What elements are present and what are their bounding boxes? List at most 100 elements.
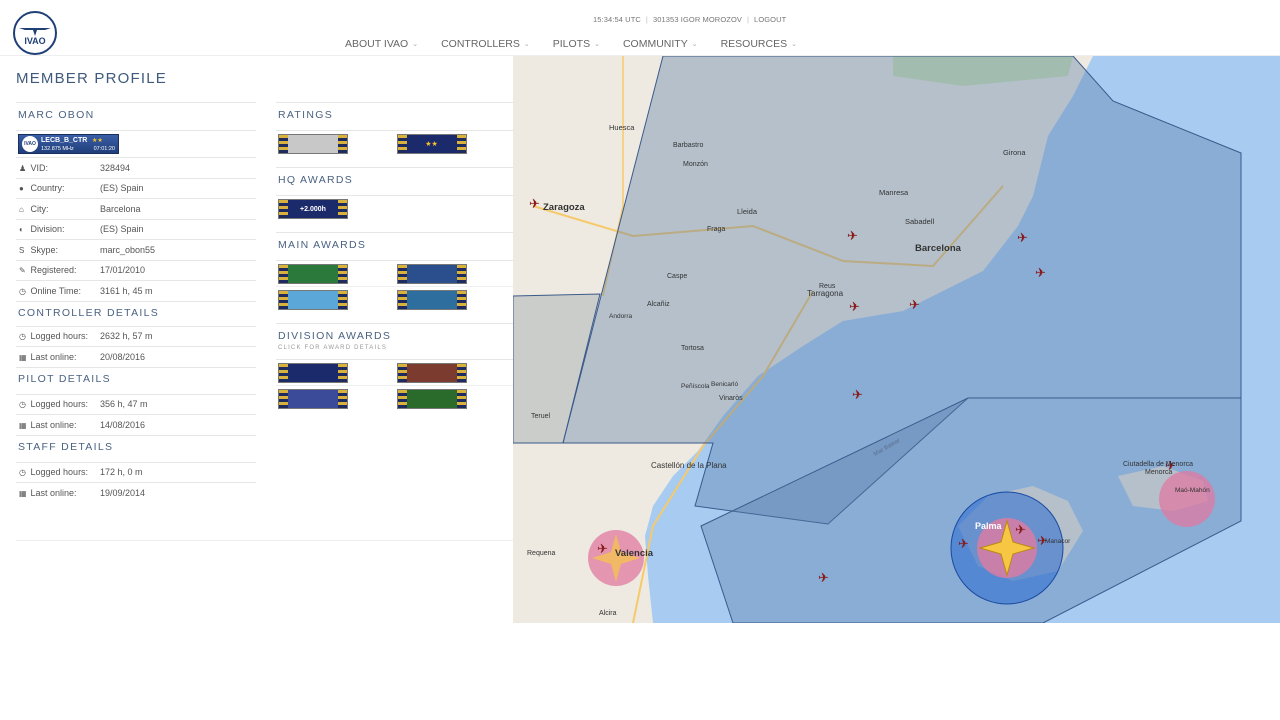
- atc-callsign: LECB_B_CTR: [41, 137, 88, 144]
- staff-details-heading: STAFF DETAILS: [16, 434, 256, 462]
- ribbon-face: [288, 390, 338, 408]
- aircraft-icon[interactable]: ✈: [847, 228, 858, 243]
- user-bar: 15:34:54 UTC | 301353 IGOR MOROZOV | LOGOUT: [593, 15, 787, 24]
- atc-rating-stars: ★★: [92, 138, 103, 144]
- city-label: Tarragona: [807, 289, 844, 298]
- atc-online-time: 07:01:20: [93, 146, 115, 152]
- city-label: Menorca: [1145, 469, 1172, 476]
- ribbon-face: [288, 291, 338, 309]
- ivao-logo[interactable]: IVAO: [11, 11, 59, 55]
- controller-logged-hours: ◷ Logged hours: 2632 h, 57 m: [16, 325, 256, 347]
- chevron-down-icon: ⌄: [594, 41, 600, 48]
- ratings-heading: RATINGS: [276, 102, 513, 130]
- aircraft-icon[interactable]: ✈: [1017, 230, 1028, 245]
- globe-icon: ●: [19, 184, 24, 194]
- logged-user[interactable]: 301353 IGOR MOROZOV: [653, 15, 742, 24]
- ribbon-face: [406, 291, 457, 309]
- pilot-last-online: ▦ Last online: 14/08/2016: [16, 414, 256, 435]
- award-row: [276, 386, 513, 412]
- city-label: Benicarló: [711, 381, 738, 388]
- aircraft-icon[interactable]: ✈: [818, 570, 829, 585]
- city-label: Fraga: [707, 226, 725, 233]
- main-nav: ABOUT IVAO ⌄ CONTROLLERS ⌄ PILOTS ⌄ COMMUNI…: [345, 38, 820, 50]
- aircraft-icon[interactable]: ✈: [852, 387, 863, 402]
- hq-award-ribbon[interactable]: +2.000h: [278, 199, 348, 219]
- city-label: Sabadell: [905, 217, 935, 226]
- aircraft-icon[interactable]: ✈: [1015, 522, 1026, 537]
- aircraft-icon[interactable]: ✈: [849, 299, 860, 314]
- city-label: Teruel: [531, 413, 551, 420]
- pilot-rating-ribbon[interactable]: [278, 134, 348, 154]
- division-award-ribbon[interactable]: [278, 362, 348, 383]
- traffic-map[interactable]: ✈ ✈ ✈ ✈ ✈ ✈ ✈ ✈ ✈ ✈ ✈ ✈ ✈ Zaragoza Barce…: [513, 56, 1280, 623]
- ratings-list: ★★: [276, 130, 513, 157]
- field-division: ◐ Division: (ES) Spain: [16, 218, 256, 240]
- clock-icon: ◷: [19, 332, 26, 342]
- controller-last-online: ▦ Last online: 20/08/2016: [16, 346, 256, 367]
- city-label: Caspe: [667, 273, 687, 280]
- hq-awards-heading: HQ AWARDS: [276, 167, 513, 195]
- main-award-ribbon[interactable]: [278, 263, 348, 284]
- city-label: Andorra: [609, 313, 633, 320]
- aircraft-icon[interactable]: ✈: [958, 536, 969, 551]
- division-awards-hint: CLICK FOR AWARD DETAILS: [278, 345, 388, 351]
- ribbon-face: [288, 264, 338, 283]
- online-atc-badge[interactable]: IVAO LECB_B_CTR ★★ 132.875 MHz 07:01:20: [18, 134, 119, 154]
- badge-logo-icon: IVAO: [22, 136, 38, 152]
- award-row: ★★: [276, 131, 513, 157]
- nav-community[interactable]: COMMUNITY ⌄: [623, 38, 698, 50]
- division-awards-heading: DIVISION AWARDS: [276, 323, 513, 345]
- city-label: Palma: [975, 521, 1003, 531]
- chevron-down-icon: ⌄: [791, 41, 797, 48]
- main-award-ribbon[interactable]: [278, 290, 348, 310]
- aircraft-icon[interactable]: ✈: [597, 541, 608, 556]
- city-label: Manresa: [879, 188, 909, 197]
- city-label: Huesca: [609, 123, 635, 132]
- field-registered: ✎ Registered: 17/01/2010: [16, 259, 256, 281]
- utc-time: 15:34:54 UTC: [593, 15, 641, 24]
- city-label: Girona: [1003, 148, 1026, 157]
- nav-resources[interactable]: RESOURCES ⌄: [721, 38, 797, 50]
- logout-link[interactable]: LOGOUT: [754, 15, 786, 24]
- nav-pilots[interactable]: PILOTS ⌄: [553, 38, 600, 50]
- site-header: IVAO 15:34:54 UTC | 301353 IGOR MOROZOV | LO…: [0, 0, 1280, 56]
- chevron-down-icon: ⌄: [412, 41, 419, 48]
- field-country: ● Country: (ES) Spain: [16, 177, 256, 199]
- field-vid: ♟ VID: 328494: [16, 157, 256, 178]
- edit-icon: ✎: [19, 266, 26, 276]
- nav-controllers[interactable]: CONTROLLERS ⌄: [441, 38, 530, 50]
- city-label: Vinaròs: [719, 395, 743, 402]
- hq-awards-list: +2.000h: [276, 195, 513, 222]
- controller-details-heading: CONTROLLER DETAILS: [16, 300, 256, 326]
- city-label: Barcelona: [915, 243, 962, 254]
- city-label: Valencia: [615, 548, 654, 559]
- pilot-details-heading: PILOT DETAILS: [16, 366, 256, 394]
- page-title: MEMBER PROFILE: [16, 70, 167, 87]
- division-awards-list: [276, 359, 513, 412]
- aircraft-icon[interactable]: ✈: [529, 196, 540, 211]
- ribbon-face: [288, 363, 338, 382]
- main-award-ribbon[interactable]: [396, 290, 467, 310]
- logo-text: IVAO: [24, 36, 45, 46]
- profile-details: MARC OBON IVAO LECB_B_CTR ★★ 132.875 MHz…: [16, 102, 256, 503]
- city-label: Tortosa: [681, 345, 704, 352]
- awards-panel: RATINGS ★★ HQ AWARDS +2.000h MAIN AWARDS: [276, 102, 513, 422]
- city-label: Monzón: [683, 161, 708, 168]
- award-row: [276, 261, 513, 287]
- aircraft-icon[interactable]: ✈: [1035, 265, 1046, 280]
- main-awards-heading: MAIN AWARDS: [276, 232, 513, 260]
- division-award-ribbon[interactable]: [278, 389, 348, 409]
- main-award-ribbon[interactable]: [396, 263, 467, 284]
- city-label: Maó-Mahón: [1175, 487, 1210, 494]
- award-row: +2.000h: [276, 196, 513, 222]
- atc-rating-ribbon[interactable]: ★★: [396, 134, 467, 154]
- division-award-ribbon[interactable]: [396, 389, 467, 409]
- division-award-ribbon[interactable]: [396, 362, 467, 383]
- nav-about[interactable]: ABOUT IVAO ⌄: [345, 38, 418, 50]
- city-label: Lleida: [737, 207, 758, 216]
- menorca-tower-circle[interactable]: [1159, 471, 1215, 527]
- staff-last-online: ▦ Last online: 19/09/2014: [16, 482, 256, 503]
- city-label: Manacor: [1045, 538, 1071, 545]
- ribbon-face: ★★: [406, 135, 457, 153]
- aircraft-icon[interactable]: ✈: [909, 297, 920, 312]
